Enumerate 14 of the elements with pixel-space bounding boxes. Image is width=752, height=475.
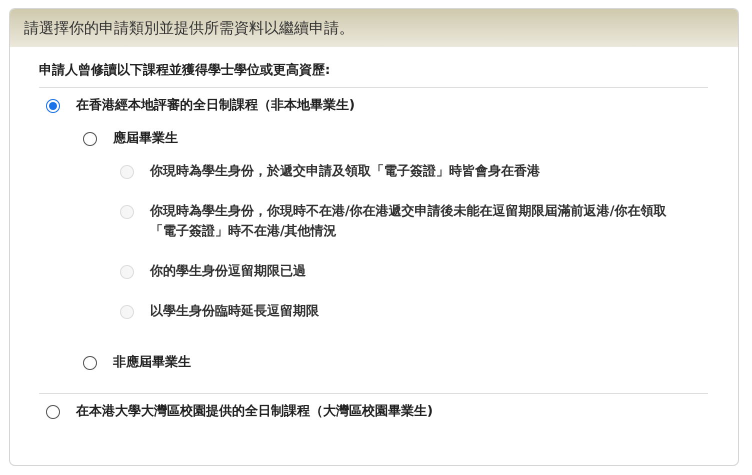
radio-button[interactable] xyxy=(46,405,60,419)
option-label: 在香港經本地評審的全日制課程（非本地畢業生) xyxy=(76,96,355,115)
radio-button[interactable] xyxy=(83,132,97,146)
option-label: 應屆畢業生 xyxy=(113,130,178,148)
option-label: 你的學生身份逗留期限已過 xyxy=(150,263,306,281)
radio-button[interactable] xyxy=(46,99,60,113)
option-label: 你現時為學生身份，於遞交申請及領取「電子簽證」時皆會身在香港 xyxy=(150,162,540,181)
option-label: 以學生身份臨時延長逗留期限 xyxy=(150,303,319,321)
option-label: 你現時為學生身份，你現時不在港/你在港遞交申請後未能在逗留期限屆滿前返港/你在領取「電子簽證」時不在港/其他情況 xyxy=(150,202,668,241)
option-label: 在本港大學大灣區校園提供的全日制課程（大灣區校園畢業生) xyxy=(76,402,433,421)
option-label: 非應屆畢業生 xyxy=(113,354,191,372)
radio-button[interactable] xyxy=(83,356,97,370)
header-title: 請選擇你的申請類別並提供所需資料以繼續申請。 xyxy=(24,18,354,39)
question-text: 申請人曾修讀以下課程並獲得學士學位或更高資歷: xyxy=(39,62,332,80)
